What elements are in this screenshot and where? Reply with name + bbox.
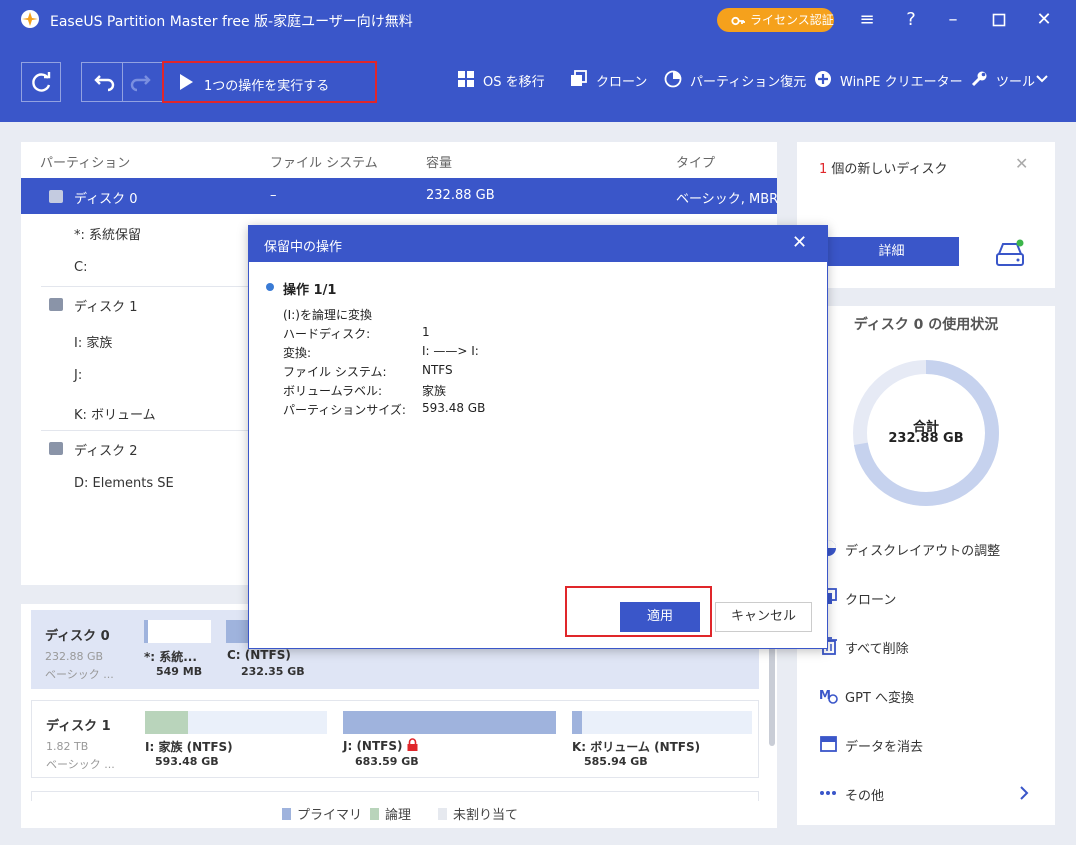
close-icon[interactable]: ✕ bbox=[1033, 9, 1055, 31]
disk-card-2[interactable] bbox=[31, 791, 759, 801]
legend-primary: プライマリ bbox=[282, 804, 362, 823]
bullet-icon bbox=[266, 283, 274, 291]
license-button[interactable]: ライセンス認証 bbox=[717, 8, 834, 32]
key-icon bbox=[731, 12, 745, 36]
help-icon[interactable]: ? bbox=[900, 9, 922, 31]
disk-usage-panel: ディスク 0 の使用状況 合計 232.88 GB ディスクレイアウトの調整 ク… bbox=[797, 306, 1055, 825]
operation-description: (I:)を論理に変換 bbox=[283, 308, 372, 322]
partition-bar[interactable] bbox=[145, 711, 327, 734]
license-label: ライセンス認証 bbox=[750, 13, 834, 27]
redo-icon[interactable] bbox=[123, 63, 163, 103]
usage-title: ディスク 0 の使用状況 bbox=[853, 317, 999, 333]
dialog-close-icon[interactable]: ✕ bbox=[792, 232, 807, 253]
legend-logical: 論理 bbox=[370, 804, 411, 823]
disk-icon bbox=[49, 190, 63, 203]
field-key: ファイル システム: bbox=[283, 365, 387, 379]
column-header-partition[interactable]: パーティション bbox=[40, 152, 130, 171]
undo-redo-group bbox=[81, 62, 163, 102]
new-disk-panel: 1 個の新しいディスク ✕ 詳細 bbox=[797, 142, 1055, 288]
clone-icon bbox=[571, 70, 587, 86]
menu-icon[interactable]: ≡ bbox=[856, 9, 878, 31]
close-icon[interactable]: ✕ bbox=[1015, 154, 1028, 173]
maximize-icon[interactable] bbox=[988, 9, 1010, 31]
pending-operations-dialog: 保留中の操作 ✕ 操作 1/1 (I:)を論理に変換 ハードディスク: 1 変換… bbox=[248, 225, 828, 649]
more-icon bbox=[820, 791, 836, 795]
table-row-disk-0[interactable]: ディスク 0 – 232.88 GB ベーシック, MBR bbox=[21, 178, 778, 214]
column-header-filesystem[interactable]: ファイル システム bbox=[270, 152, 378, 171]
partition-bar[interactable] bbox=[572, 711, 752, 734]
field-value: NTFS bbox=[422, 363, 453, 377]
field-value: 家族 bbox=[422, 384, 447, 398]
disk-icon bbox=[49, 442, 63, 455]
pie-icon bbox=[664, 70, 682, 88]
window-title: EaseUS Partition Master free 版-家庭ユーザー向け無… bbox=[50, 14, 413, 30]
dialog-title: 保留中の操作 bbox=[264, 240, 343, 255]
chevron-down-icon bbox=[1036, 75, 1048, 83]
play-icon bbox=[180, 74, 193, 90]
minimize-icon[interactable]: – bbox=[942, 9, 964, 31]
column-header-type[interactable]: タイプ bbox=[676, 152, 715, 171]
dialog-header: 保留中の操作 ✕ bbox=[249, 226, 827, 262]
legend-unallocated: 未割り当て bbox=[438, 804, 518, 823]
partition-bar[interactable] bbox=[144, 620, 211, 643]
field-value: I: ——> I: bbox=[422, 344, 479, 358]
field-value: 1 bbox=[422, 325, 430, 339]
undo-icon[interactable] bbox=[82, 63, 122, 103]
cancel-button[interactable]: キャンセル bbox=[715, 602, 812, 632]
details-button[interactable]: 詳細 bbox=[824, 237, 959, 266]
field-key: ボリュームラベル: bbox=[283, 384, 383, 398]
convert-icon: M bbox=[819, 688, 838, 704]
total-value: 232.88 GB bbox=[888, 431, 964, 446]
refresh-button[interactable] bbox=[21, 62, 61, 102]
plus-circle-icon bbox=[815, 71, 831, 87]
field-key: パーティションサイズ: bbox=[283, 403, 406, 417]
windows-icon bbox=[458, 71, 474, 87]
column-header-capacity[interactable]: 容量 bbox=[426, 152, 452, 171]
field-key: 変換: bbox=[283, 346, 312, 360]
erase-icon bbox=[820, 736, 837, 752]
apply-button[interactable]: 適用 bbox=[620, 602, 700, 632]
execute-operation-button[interactable]: 1つの操作を実行する bbox=[162, 61, 377, 103]
field-value: 593.48 GB bbox=[422, 401, 486, 415]
chevron-right-icon bbox=[1020, 786, 1029, 800]
toolbar: 1つの操作を実行する OS を移行 クローン パーティション復元 WinPE ク… bbox=[0, 40, 1076, 122]
lock-icon bbox=[407, 738, 418, 751]
disk-card-1[interactable]: ディスク 1 1.82 TB ベーシック ... I: 家族 (NTFS) 59… bbox=[31, 700, 759, 778]
field-key: ハードディスク: bbox=[283, 327, 371, 341]
title-bar: EaseUS Partition Master free 版-家庭ユーザー向け無… bbox=[0, 0, 1076, 40]
app-logo-icon bbox=[21, 10, 39, 28]
scrollbar[interactable] bbox=[769, 646, 775, 746]
wrench-icon bbox=[971, 71, 987, 87]
new-disk-icon bbox=[996, 239, 1024, 266]
operation-title: 操作 1/1 bbox=[283, 283, 337, 298]
disk-icon bbox=[49, 298, 63, 311]
partition-bar[interactable] bbox=[343, 711, 556, 734]
refresh-icon bbox=[32, 72, 51, 92]
new-disk-message: 1 個の新しいディスク bbox=[819, 162, 948, 177]
